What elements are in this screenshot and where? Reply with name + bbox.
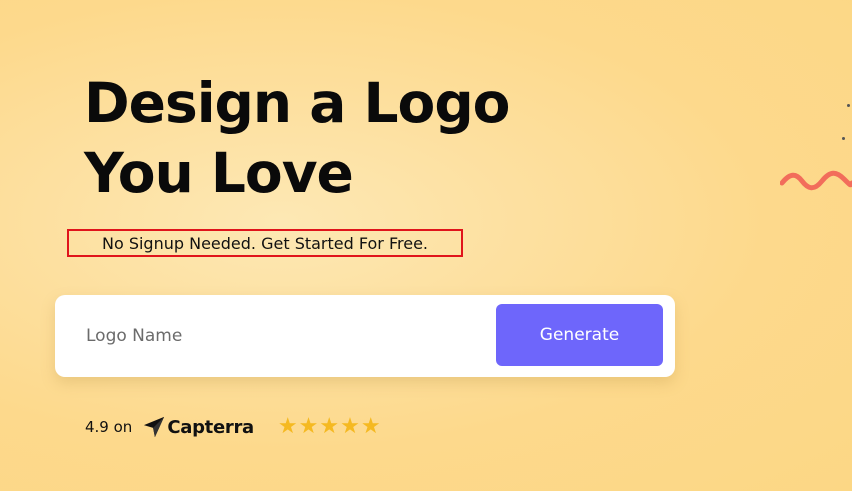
headline-line-2: You Love <box>84 141 354 205</box>
subtitle-highlight-box: No Signup Needed. Get Started For Free. <box>67 229 463 257</box>
logo-name-input[interactable] <box>69 313 479 359</box>
subtitle: No Signup Needed. Get Started For Free. <box>101 233 428 253</box>
star-icon: ★ <box>298 414 319 439</box>
capterra-label: Capterra <box>167 416 254 438</box>
star-icon: ★ <box>319 414 340 439</box>
generate-button[interactable]: Generate <box>496 304 663 366</box>
capterra-logo-icon <box>144 416 165 438</box>
squiggle-decoration <box>780 170 852 191</box>
star-icon: ★ <box>277 414 298 439</box>
star-icon: ★ <box>360 414 381 439</box>
hero-headline: Design a Logo You Love <box>84 68 510 208</box>
rating-score: 4.9 on <box>85 418 133 436</box>
star-rating: ★ ★ ★ ★ ★ <box>278 416 382 438</box>
rating-row: 4.9 on Capterra ★ ★ ★ ★ ★ <box>85 412 382 442</box>
logo-search-card: Generate <box>55 295 675 377</box>
headline-line-1: Design a Logo <box>84 71 510 135</box>
star-icon: ★ <box>340 414 360 439</box>
decoration-dot <box>842 137 845 140</box>
decoration-dot <box>847 104 850 107</box>
